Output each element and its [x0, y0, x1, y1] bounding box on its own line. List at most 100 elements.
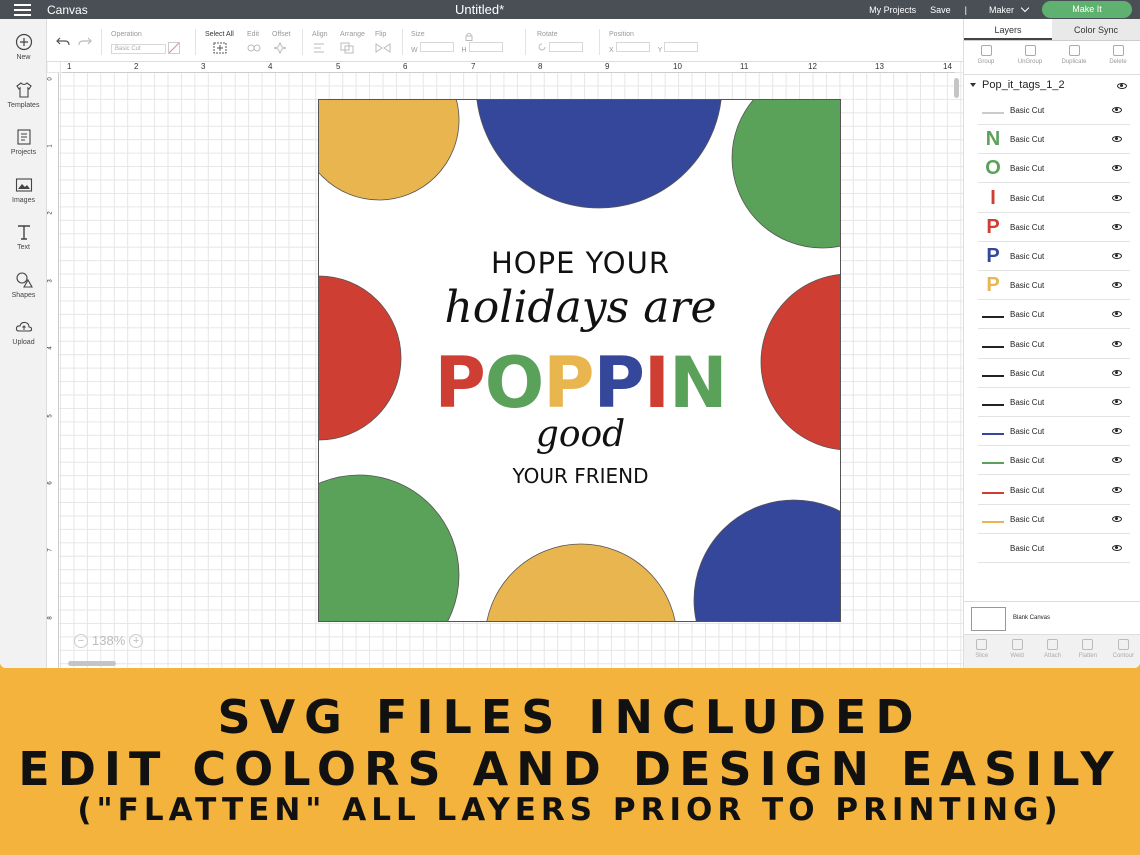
eye-icon[interactable]	[1112, 311, 1122, 318]
machine-selector[interactable]: Maker	[989, 3, 1030, 15]
flip-group[interactable]: Flip	[375, 31, 393, 56]
weld-button[interactable]: Weld	[999, 635, 1034, 668]
y-input[interactable]	[664, 42, 699, 52]
green-circle-top-right[interactable]	[731, 100, 841, 249]
ungroup-button[interactable]: UnGroup	[1008, 41, 1052, 74]
undo-icon[interactable]	[56, 36, 70, 48]
eye-icon[interactable]	[1112, 486, 1122, 493]
flatten-button[interactable]: Flatten	[1070, 635, 1105, 668]
pen-color-icon[interactable]	[167, 42, 180, 54]
blue-circle-bottom-right[interactable]	[693, 499, 841, 622]
sidebar-item-shapes[interactable]: Shapes	[0, 271, 47, 299]
eye-icon[interactable]	[1112, 545, 1122, 551]
layer-row[interactable]: Basic Cut	[978, 359, 1130, 388]
operation-select[interactable]: Basic Cut	[111, 43, 166, 54]
redo-icon[interactable]	[78, 36, 92, 48]
sidebar-item-text[interactable]: Text	[0, 223, 47, 251]
poppin-letter-n[interactable]: N	[669, 342, 728, 424]
select-all-group[interactable]: Select All	[205, 31, 234, 56]
poppin-letter-o[interactable]: O	[485, 342, 545, 424]
layer-row[interactable]: I Basic Cut	[978, 184, 1130, 213]
save-link[interactable]: Save	[930, 5, 951, 15]
sidebar-item-upload[interactable]: Upload	[0, 318, 47, 346]
eye-icon[interactable]	[1112, 428, 1122, 435]
blank-canvas-swatch[interactable]	[971, 607, 1006, 631]
eye-icon[interactable]	[1112, 340, 1122, 347]
eye-icon[interactable]	[1112, 194, 1122, 201]
eye-icon[interactable]	[1112, 515, 1122, 522]
contour-button[interactable]: Contour	[1106, 635, 1140, 668]
duplicate-button[interactable]: Duplicate	[1052, 41, 1096, 74]
layer-group-row[interactable]: Pop_it_tags_1_2	[964, 76, 1140, 96]
eye-icon[interactable]	[1112, 399, 1122, 405]
rotate-input[interactable]	[548, 42, 583, 52]
horizontal-scrollbar[interactable]	[68, 661, 116, 666]
layer-row[interactable]: Basic Cut	[978, 446, 1130, 476]
vertical-scrollbar[interactable]	[954, 78, 959, 98]
collapse-triangle-icon[interactable]	[970, 83, 976, 87]
holidays-are-script[interactable]: holidays are	[319, 282, 840, 333]
zoom-out-button[interactable]: −	[74, 633, 88, 648]
layer-row[interactable]: P Basic Cut	[978, 271, 1130, 301]
poppin-text[interactable]: POPPIN	[319, 348, 840, 418]
lock-icon[interactable]	[465, 32, 473, 41]
eye-icon[interactable]	[1112, 369, 1122, 376]
delete-button[interactable]: Delete	[1096, 41, 1140, 74]
hamburger-menu-icon[interactable]	[14, 4, 31, 16]
eye-icon[interactable]	[1117, 83, 1127, 89]
arrange-group[interactable]: Arrange	[340, 31, 365, 56]
layer-row[interactable]: P Basic Cut	[978, 213, 1130, 242]
sidebar-item-templates[interactable]: Templates	[0, 81, 47, 109]
align-group[interactable]: Align	[312, 31, 328, 56]
height-input[interactable]	[468, 42, 503, 52]
width-input[interactable]	[419, 42, 454, 52]
layer-row[interactable]: Basic Cut	[978, 96, 1130, 125]
poppin-letter-p1[interactable]: P	[434, 342, 485, 424]
edit-group[interactable]: Edit	[247, 31, 263, 56]
my-projects-link[interactable]: My Projects	[869, 5, 916, 15]
blue-circle-top[interactable]	[476, 100, 722, 209]
layer-row[interactable]: Basic Cut	[978, 505, 1130, 534]
yellow-circle-bottom[interactable]	[485, 543, 677, 622]
yellow-circle-top-left[interactable]	[319, 100, 460, 201]
zoom-in-button[interactable]: +	[129, 633, 144, 648]
blank-canvas-row[interactable]: Blank Canvas	[964, 601, 1140, 634]
layer-row[interactable]: Basic Cut	[978, 476, 1130, 505]
eye-icon[interactable]	[1112, 282, 1122, 289]
layer-row[interactable]: Basic Cut	[978, 330, 1130, 359]
design-artboard[interactable]: HOPE YOUR holidays are POPPIN good YOUR …	[318, 99, 841, 622]
layer-row[interactable]: P Basic Cut	[978, 242, 1130, 271]
slice-button[interactable]: Slice	[964, 635, 999, 668]
layer-row[interactable]: Basic Cut	[978, 300, 1130, 330]
attach-button[interactable]: Attach	[1035, 635, 1070, 668]
poppin-letter-i[interactable]: I	[644, 342, 670, 424]
layer-row[interactable]: N Basic Cut	[978, 125, 1130, 155]
good-script[interactable]: good	[319, 414, 840, 455]
layer-name: Basic Cut	[1010, 514, 1045, 524]
eye-icon[interactable]	[1112, 457, 1122, 464]
sidebar-item-new[interactable]: New	[0, 33, 47, 61]
group-button[interactable]: Group	[964, 41, 1008, 74]
eye-icon[interactable]	[1112, 136, 1122, 143]
tab-layers[interactable]: Layers	[964, 19, 1052, 40]
eye-icon[interactable]	[1112, 165, 1122, 172]
eye-icon[interactable]	[1112, 107, 1122, 113]
green-circle-bottom-left[interactable]	[319, 474, 460, 622]
poppin-letter-p3[interactable]: P	[594, 342, 645, 424]
hope-your-text[interactable]: HOPE YOUR	[319, 246, 840, 280]
document-title[interactable]: Untitled*	[455, 2, 504, 17]
layer-row[interactable]: Basic Cut	[978, 388, 1130, 417]
tab-color-sync[interactable]: Color Sync	[1052, 19, 1140, 40]
offset-group[interactable]: Offset	[272, 31, 291, 56]
layer-row[interactable]: Basic Cut	[978, 534, 1130, 563]
layer-row[interactable]: Basic Cut	[978, 417, 1130, 447]
make-it-button[interactable]: Make It	[1042, 1, 1132, 18]
sidebar-item-images[interactable]: Images	[0, 176, 47, 204]
x-input[interactable]	[615, 42, 650, 52]
eye-icon[interactable]	[1112, 223, 1122, 230]
poppin-letter-p2[interactable]: P	[543, 342, 594, 424]
eye-icon[interactable]	[1112, 253, 1122, 259]
your-friend-text[interactable]: YOUR FRIEND	[319, 464, 840, 488]
layer-row[interactable]: O Basic Cut	[978, 154, 1130, 184]
sidebar-item-projects[interactable]: Projects	[0, 128, 47, 156]
